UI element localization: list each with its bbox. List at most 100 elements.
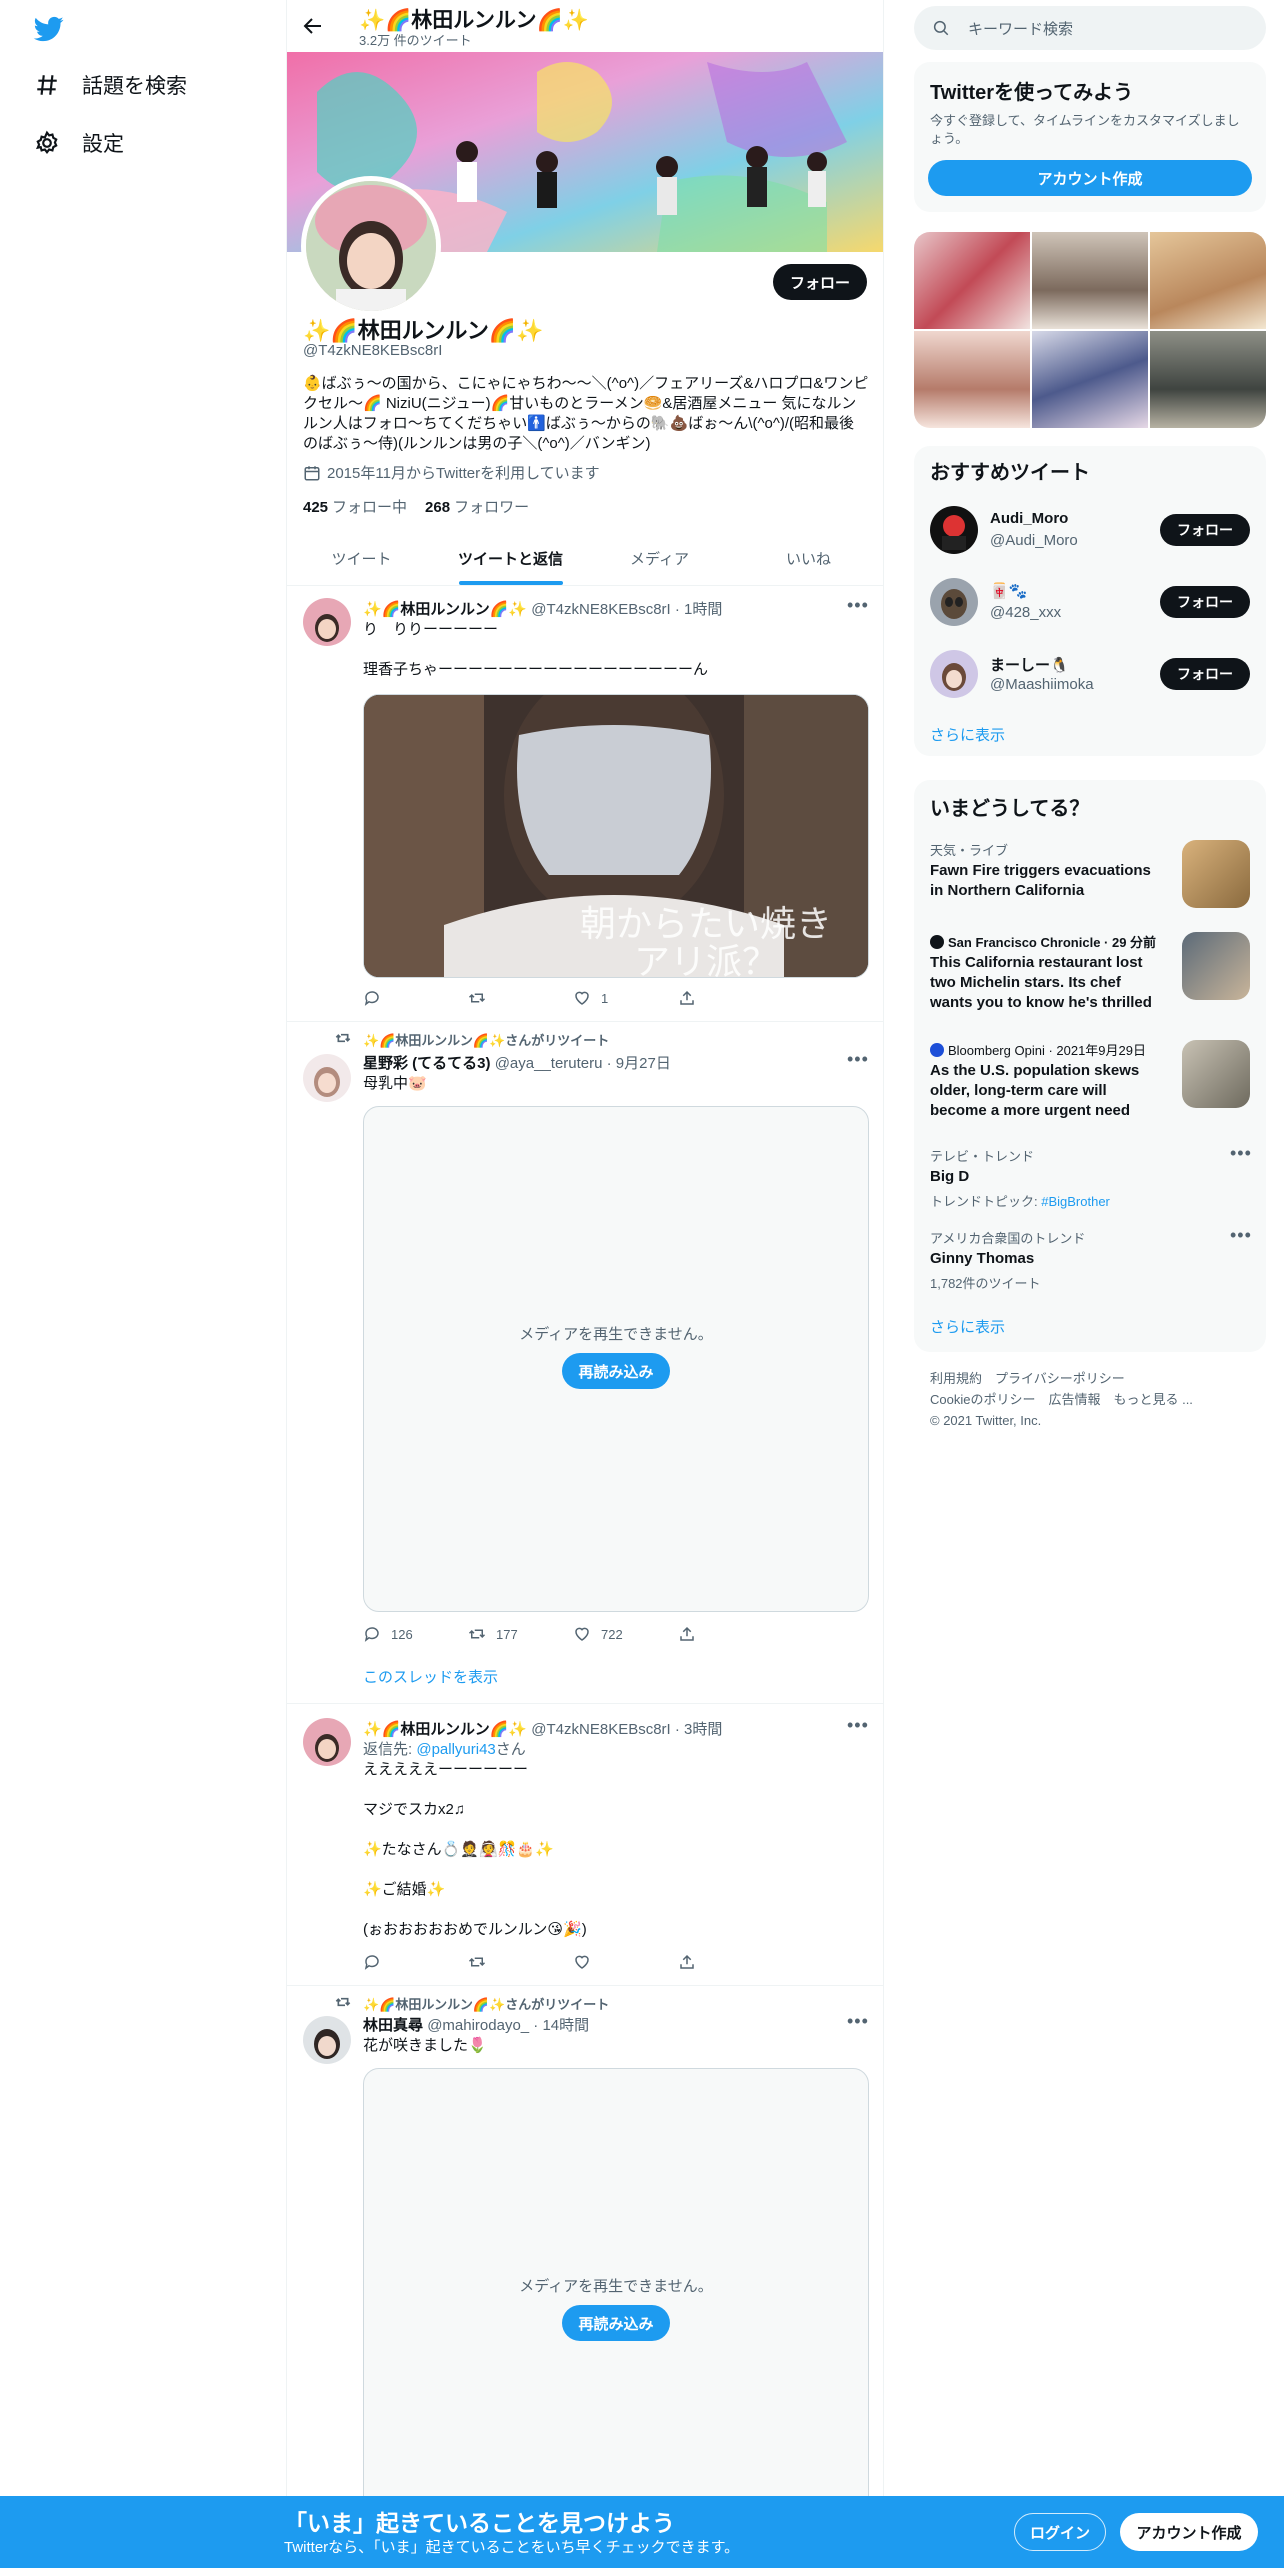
signup-button[interactable]: アカウント作成 xyxy=(1120,2513,1258,2551)
suggested-user[interactable]: 🀄🐾 @428_xxx フォロー xyxy=(930,574,1250,630)
like-button[interactable]: 1 xyxy=(573,988,678,1008)
reply-to-handle[interactable]: @pallyuri43 xyxy=(416,1741,495,1758)
suggested-user[interactable]: Audi_Moro @Audi_Moro フォロー xyxy=(930,502,1250,558)
search-input[interactable]: キーワード検索 xyxy=(914,6,1266,50)
tab-tweets-and-replies[interactable]: ツイートと返信 xyxy=(436,532,585,585)
who-to-follow-title: おすすめツイート xyxy=(930,462,1090,484)
show-more-link[interactable]: さらに表示 xyxy=(930,724,1005,745)
more-icon[interactable]: ••• xyxy=(847,1050,868,1074)
tweet[interactable]: ✨🌈林田ルンルン🌈✨さんがリツイート 林田真尋 @mahirodayo_ · 1… xyxy=(287,1986,883,2518)
twitter-bird-icon[interactable] xyxy=(32,14,66,44)
retweet-button[interactable]: 177 xyxy=(468,1624,573,1644)
share-button[interactable] xyxy=(678,1952,783,1972)
more-icon[interactable]: ••• xyxy=(1230,1226,1251,1250)
tweet[interactable]: ✨🌈林田ルンルン🌈✨ @T4zkNE8KEBsc8rI · 3時間 ••• 返信… xyxy=(287,1704,883,1986)
tweet-image[interactable]: 朝からたい焼き アリ派？ xyxy=(363,694,869,978)
nav-explore[interactable]: 話題を検索 xyxy=(34,70,187,100)
following-count: 425 xyxy=(303,499,329,516)
login-prompt-bar: 「いま」起きていることを見つけよう Twitterなら、「いま」起きていることを… xyxy=(0,2496,1284,2568)
reload-button[interactable]: 再読み込み xyxy=(562,1353,670,1389)
follow-button[interactable]: フォロー xyxy=(773,264,867,300)
signup-panel: Twitterを使ってみよう 今すぐ登録して、タイムラインをカスタマイズしましょ… xyxy=(914,62,1266,212)
create-account-button[interactable]: アカウント作成 xyxy=(928,160,1252,196)
suggested-user-handle: @428_xxx xyxy=(990,604,1062,621)
tweet-handle-time[interactable]: @aya__teruteru · 9月27日 xyxy=(495,1055,671,1072)
nav-settings[interactable]: 設定 xyxy=(34,128,124,158)
following-label: フォロー中 xyxy=(332,499,408,516)
more-icon[interactable]: ••• xyxy=(847,1716,868,1740)
login-prompt-title: 「いま」起きていることを見つけよう xyxy=(284,2510,675,2536)
more-icon[interactable]: ••• xyxy=(847,2012,868,2036)
media-thumbnail[interactable] xyxy=(1150,232,1266,329)
trend-item[interactable]: アメリカ合衆国のトレンド Ginny Thomas 1,782件のツイート ••… xyxy=(930,1226,1251,1298)
tweet[interactable]: ✨🌈林田ルンルン🌈✨さんがリツイート 星野彩 (てるてる3) @aya__ter… xyxy=(287,1022,883,1704)
tweet-text: えええええーーーーーー マジでスカx2♫ ✨たなさん💍🤵👰🎊🎂✨ ✨ご結婚✨ (… xyxy=(363,1761,587,1938)
following-link[interactable]: 425 フォロー中 xyxy=(303,496,407,517)
footer-line-1[interactable]: 利用規約 プライバシーポリシー xyxy=(930,1368,1250,1389)
reply-button[interactable] xyxy=(363,988,468,1008)
search-placeholder: キーワード検索 xyxy=(968,20,1074,38)
tweet[interactable]: ✨🌈林田ルンルン🌈✨ @T4zkNE8KEBsc8rI · 1時間 ••• り … xyxy=(287,586,883,1022)
media-thumbnail[interactable] xyxy=(1150,331,1266,428)
tweet-avatar[interactable] xyxy=(303,598,351,646)
share-button[interactable] xyxy=(678,1624,783,1644)
tweet-avatar[interactable] xyxy=(303,1718,351,1766)
like-button[interactable]: 722 xyxy=(573,1624,678,1644)
follow-button[interactable]: フォロー xyxy=(1160,658,1250,690)
show-thread-link[interactable]: このスレッドを表示 xyxy=(363,1668,863,1688)
tweet-actions: 126 177 722 xyxy=(363,1624,783,1644)
footer-line-2[interactable]: Cookieのポリシー 広告情報 もっと見る ... xyxy=(930,1389,1250,1410)
trend-thumbnail xyxy=(1182,1040,1250,1108)
tweet-handle-time[interactable]: @T4zkNE8KEBsc8rI · 1時間 xyxy=(531,601,722,618)
trend-item[interactable]: San Francisco Chronicle · 29 分前 This Cal… xyxy=(930,932,1250,1028)
trend-topic-link[interactable]: #BigBrother xyxy=(1041,1194,1110,1209)
tab-media[interactable]: メディア xyxy=(585,532,734,585)
suggested-user[interactable]: まーしー🐧 @Maashiimoka フォロー xyxy=(930,646,1250,702)
share-button[interactable] xyxy=(678,988,783,1008)
tweet-author-name[interactable]: ✨🌈林田ルンルン🌈✨ xyxy=(363,601,527,618)
tab-likes[interactable]: いいね xyxy=(734,532,883,585)
profile-avatar[interactable] xyxy=(301,176,441,316)
like-button[interactable] xyxy=(573,1952,678,1972)
back-arrow-icon[interactable] xyxy=(301,14,325,38)
trend-item[interactable]: 天気・ライブ Fawn Fire triggers evacuations in… xyxy=(930,840,1250,916)
tweet-handle-time[interactable]: @T4zkNE8KEBsc8rI · 3時間 xyxy=(531,1721,722,1738)
tweet-author-name[interactable]: 林田真尋 xyxy=(363,2017,423,2034)
trends-show-more-link[interactable]: さらに表示 xyxy=(930,1316,1005,1337)
media-placeholder: メディアを再生できません。 再読み込み xyxy=(363,1106,869,1612)
reload-button[interactable]: 再読み込み xyxy=(562,2305,670,2341)
suggested-user-avatar[interactable] xyxy=(930,506,978,554)
media-thumbnail[interactable] xyxy=(1032,331,1148,428)
trend-item[interactable]: テレビ・トレンド Big D トレンドトピック: #BigBrother ••• xyxy=(930,1144,1251,1216)
tweet-author-name[interactable]: ✨🌈林田ルンルン🌈✨ xyxy=(363,1721,527,1738)
followers-label: フォロワー xyxy=(454,499,530,516)
tweet-avatar[interactable] xyxy=(303,2016,351,2064)
follow-button[interactable]: フォロー xyxy=(1160,514,1250,546)
media-error-message: メディアを再生できません。 xyxy=(519,1326,713,1343)
more-icon[interactable]: ••• xyxy=(1230,1144,1251,1168)
tab-tweets[interactable]: ツイート xyxy=(287,532,436,585)
more-icon[interactable]: ••• xyxy=(847,596,868,620)
media-thumbnail[interactable] xyxy=(914,331,1030,428)
retweeted-by[interactable]: ✨🌈林田ルンルン🌈✨さんがリツイート xyxy=(363,1030,609,1049)
suggested-user-avatar[interactable] xyxy=(930,650,978,698)
reply-icon xyxy=(364,991,379,1006)
retweet-button[interactable] xyxy=(468,1952,573,1972)
trend-tweet-count: 1,782件のツイート xyxy=(930,1276,1041,1291)
media-thumbnail[interactable] xyxy=(1032,232,1148,329)
reply-button[interactable] xyxy=(363,1952,468,1972)
suggested-user-avatar[interactable] xyxy=(930,578,978,626)
media-thumbnail[interactable] xyxy=(914,232,1030,329)
login-button[interactable]: ログイン xyxy=(1014,2513,1106,2551)
tweet-author-name[interactable]: 星野彩 (てるてる3) xyxy=(363,1055,491,1072)
follow-button[interactable]: フォロー xyxy=(1160,586,1250,618)
tweet-handle-time[interactable]: @mahirodayo_ · 14時間 xyxy=(427,2017,589,2034)
reply-button[interactable]: 126 xyxy=(363,1624,468,1644)
trend-item[interactable]: Bloomberg Opini · 2021年9月29日 As the U.S.… xyxy=(930,1040,1250,1136)
tweet-avatar[interactable] xyxy=(303,1054,351,1102)
retweet-button[interactable] xyxy=(468,988,573,1008)
share-icon xyxy=(680,1626,694,1641)
followers-link[interactable]: 268 フォロワー xyxy=(425,496,529,517)
publisher-logo-icon xyxy=(930,1043,944,1057)
retweeted-by[interactable]: ✨🌈林田ルンルン🌈✨さんがリツイート xyxy=(363,1994,609,2013)
